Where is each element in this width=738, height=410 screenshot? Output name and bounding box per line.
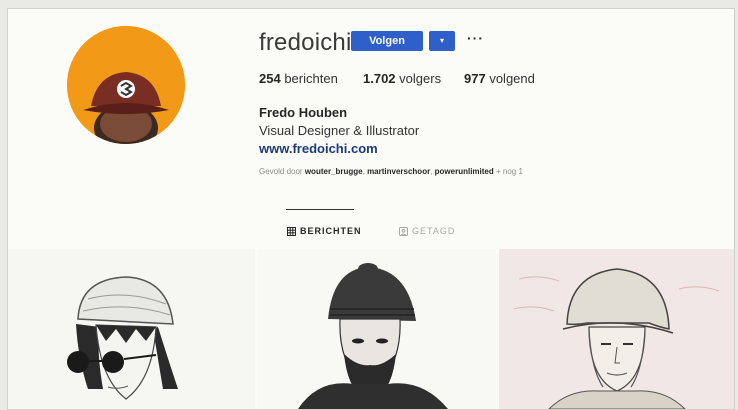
more-options-button[interactable]: ···	[467, 30, 484, 46]
following-label: volgend	[489, 71, 535, 86]
avatar-illustration	[67, 26, 185, 144]
posts-stat[interactable]: 254 berichten	[259, 71, 338, 86]
post-illustration-image	[513, 268, 720, 409]
follow-button[interactable]: Volgen	[351, 31, 423, 51]
post-thumbnail[interactable]	[499, 249, 734, 409]
avatar[interactable]	[67, 26, 185, 144]
following-stat[interactable]: 977 volgend	[464, 71, 535, 86]
profile-page: fredoichi Volgen ▾ ··· 254 berichten 1.7…	[7, 8, 735, 410]
followed-by-prefix: Gevold door	[259, 167, 303, 176]
suggestions-dropdown-button[interactable]: ▾	[429, 31, 455, 51]
followed-by-suffix: + nog 1	[496, 167, 523, 176]
followed-by-account[interactable]: wouter_brugge	[305, 167, 363, 176]
tab-posts[interactable]: BERICHTEN	[287, 226, 362, 236]
grid-icon	[287, 226, 296, 236]
post-thumbnail[interactable]	[8, 249, 255, 409]
chevron-down-icon: ▾	[439, 36, 444, 45]
full-name: Fredo Houben	[259, 105, 348, 120]
tag-icon	[399, 226, 408, 236]
post-thumbnail[interactable]	[258, 249, 496, 409]
tab-tagged-label: GETAGD	[412, 226, 456, 236]
username: fredoichi	[259, 29, 352, 56]
tab-tagged[interactable]: GETAGD	[399, 226, 455, 236]
active-tab-indicator	[286, 209, 354, 210]
bio-text: Visual Designer & Illustrator	[259, 123, 420, 138]
tab-posts-label: BERICHTEN	[300, 226, 362, 236]
followed-by-account[interactable]: powerunlimited	[435, 167, 494, 176]
following-count: 977	[464, 71, 486, 86]
website-link[interactable]: www.fredoichi.com	[259, 141, 378, 156]
post-illustration-image	[298, 263, 448, 409]
posts-count: 254	[259, 71, 281, 86]
posts-label: berichten	[284, 71, 338, 86]
followers-stat[interactable]: 1.702 volgers	[363, 71, 441, 86]
followed-by-account[interactable]: martinverschoor	[367, 167, 430, 176]
followers-count: 1.702	[363, 71, 396, 86]
post-illustration-image	[67, 276, 178, 400]
followed-by[interactable]: Gevold door wouter_brugge, martinverscho…	[259, 167, 523, 176]
ellipsis-icon: ···	[467, 30, 484, 46]
followers-label: volgers	[399, 71, 442, 86]
